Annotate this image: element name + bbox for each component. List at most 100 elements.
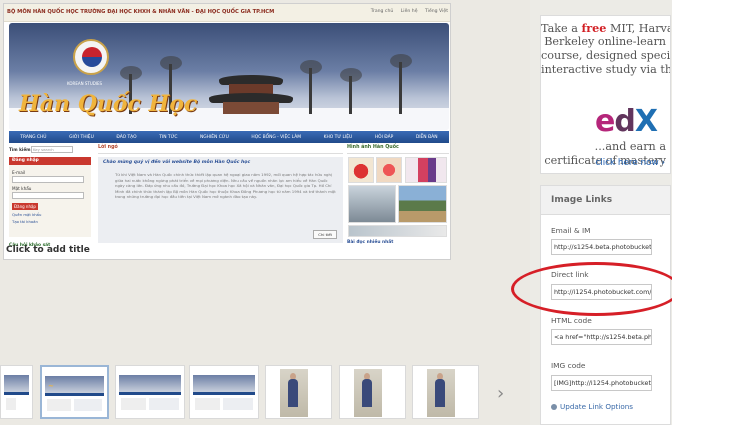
intro-heading: Lời ngỏ bbox=[98, 145, 343, 154]
search-input[interactable]: Key search bbox=[31, 145, 73, 153]
password-label: Mật khẩu bbox=[12, 186, 32, 191]
ad-line-4: interactive study via the bbox=[541, 63, 671, 76]
thumbnail[interactable] bbox=[115, 365, 185, 419]
image-title[interactable]: Click to add title bbox=[6, 245, 90, 255]
ad-free-text: free bbox=[581, 21, 607, 35]
password-field[interactable] bbox=[12, 192, 84, 199]
edx-logo: edX bbox=[595, 104, 658, 139]
thumbnail[interactable] bbox=[412, 365, 479, 419]
site-header: BỘ MÔN HÀN QUỐC HỌC TRƯỜNG ĐẠI HỌC KHXH … bbox=[4, 4, 450, 22]
ad-line-5: ...and earn a bbox=[594, 140, 666, 153]
person-photo-thumbnail bbox=[280, 369, 308, 417]
pagoda-base bbox=[223, 102, 279, 114]
webpage-thumbnail-image bbox=[193, 372, 255, 412]
nav-item[interactable]: HỎI ĐÁP bbox=[375, 135, 393, 140]
login-heading: Đăng nhập bbox=[9, 157, 91, 165]
next-arrow-icon[interactable]: › bbox=[497, 383, 504, 404]
landscape-photo bbox=[348, 225, 447, 237]
edx-logo-x: X bbox=[634, 104, 658, 139]
thumb-content bbox=[195, 398, 220, 410]
thumb-person-body bbox=[288, 379, 298, 407]
thumb-content bbox=[223, 398, 253, 410]
html-code-field[interactable]: <a href="http://s1254.beta.photobucket bbox=[551, 329, 652, 345]
nav-item[interactable]: ĐÀO TẠO bbox=[116, 135, 136, 140]
site-intro: Lời ngỏ Chào mừng quý vị đến với website… bbox=[98, 145, 343, 245]
register-link[interactable]: Tạo tài khoản bbox=[12, 219, 88, 224]
tree bbox=[300, 60, 322, 114]
img-code-field[interactable]: [IMG]http://i1254.photobucket.com/album bbox=[551, 375, 652, 391]
ad-line-1: Take a free MIT, Harvard bbox=[541, 21, 670, 35]
ad-text: MIT, Harvard bbox=[609, 22, 670, 35]
nav-item[interactable]: KHO TƯ LIỆU bbox=[324, 135, 353, 140]
edx-logo-e: e bbox=[595, 104, 615, 139]
highlight-ellipse bbox=[511, 262, 681, 316]
ad-text: Take a bbox=[541, 22, 582, 35]
email-im-label: Email & IM bbox=[551, 226, 591, 235]
nav-item[interactable]: DIỄN ĐÀN bbox=[416, 135, 438, 140]
site-nav: TRANG CHỦ GIỚI THIỆU ĐÀO TẠO TIN TỨC NGH… bbox=[9, 131, 449, 143]
food-photo bbox=[348, 157, 374, 183]
webpage-thumbnail-image bbox=[119, 372, 181, 412]
login-form: E-mail Mật khẩu Đăng nhập Quên mật khẩu … bbox=[9, 165, 91, 237]
update-link-options-label: Update Link Options bbox=[560, 402, 634, 411]
ad-line-2: Berkeley online-learn bbox=[544, 35, 666, 48]
thumbnail[interactable] bbox=[0, 365, 33, 419]
logo-blue-half bbox=[82, 57, 102, 67]
nav-item[interactable]: TIN TỨC bbox=[159, 135, 177, 140]
thumb-nav bbox=[45, 393, 104, 396]
images-heading: Hình ảnh Hàn Quốc bbox=[347, 145, 449, 154]
logo-subtitle: KOREAN STUDIES bbox=[67, 81, 103, 86]
thumb-nav bbox=[193, 392, 255, 395]
thumb-banner bbox=[119, 375, 181, 392]
tree bbox=[340, 68, 362, 114]
thumbnail-selected[interactable]: ~ bbox=[40, 365, 109, 419]
img-code-label: IMG code bbox=[551, 361, 586, 370]
update-link-options[interactable]: Update Link Options bbox=[551, 402, 633, 411]
nav-item[interactable]: HỌC BỔNG - VIỆC LÀM bbox=[251, 135, 301, 140]
image-links-title: Image Links bbox=[541, 186, 670, 215]
nav-item[interactable]: NGHIÊN CỨU bbox=[200, 135, 229, 140]
site-left-column: Tìm kiếm Key search Đăng nhập E-mail Mật… bbox=[9, 145, 91, 257]
details-button[interactable]: Chi tiết bbox=[313, 230, 337, 239]
edx-logo-d: d bbox=[614, 104, 636, 139]
webpage-thumbnail-image bbox=[4, 372, 29, 412]
top-link-contact[interactable]: Liên hệ bbox=[401, 9, 418, 14]
thumb-banner bbox=[193, 375, 255, 392]
search-row: Tìm kiếm Key search bbox=[9, 145, 91, 153]
site-banner: KOREAN STUDIES Hàn Quốc Học bbox=[9, 23, 449, 130]
food-photo bbox=[376, 157, 402, 183]
thumb-person-body bbox=[435, 379, 445, 407]
login-button[interactable]: Đăng nhập bbox=[12, 203, 38, 210]
thumb-person-body bbox=[362, 379, 372, 407]
ad-line-3: course, designed specific bbox=[541, 49, 671, 62]
screenshot-preview[interactable]: BỘ MÔN HÀN QUỐC HỌC TRƯỜNG ĐẠI HỌC KHXH … bbox=[3, 3, 451, 260]
thumb-content bbox=[121, 398, 146, 410]
thumb-content bbox=[47, 399, 71, 411]
site-top-links: Trang chủ Liên hệ Tiếng Việt bbox=[365, 9, 448, 14]
thumbnail[interactable] bbox=[189, 365, 259, 419]
person-photo-thumbnail bbox=[354, 369, 382, 417]
thumb-content bbox=[6, 398, 16, 410]
email-im-field[interactable]: http://s1254.beta.photobucket.com/user/ bbox=[551, 239, 652, 255]
top-link-language[interactable]: Tiếng Việt bbox=[425, 9, 448, 14]
thumb-brand-mark: ~ bbox=[48, 381, 54, 390]
site-right-column: Hình ảnh Hàn Quốc Bài đọc nhiều nhất bbox=[347, 145, 449, 245]
nav-item[interactable]: GIỚI THIỆU bbox=[69, 135, 94, 140]
top-link-home[interactable]: Trang chủ bbox=[371, 9, 393, 14]
email-field[interactable] bbox=[12, 176, 84, 183]
person-photo-thumbnail bbox=[427, 369, 455, 417]
thumb-nav bbox=[4, 392, 29, 395]
thumb-content bbox=[73, 399, 102, 411]
thumbnail[interactable] bbox=[339, 365, 406, 419]
intro-paragraph: Từ khi Việt Nam và Hàn Quốc chính thức t… bbox=[115, 172, 336, 200]
brand-title: Hàn Quốc Học bbox=[19, 91, 198, 117]
intro-box: Chào mừng quý vị đến với website Bộ môn … bbox=[98, 157, 343, 243]
palace-photo bbox=[398, 185, 447, 223]
edx-advertisement[interactable]: Take a free MIT, Harvard Berkeley online… bbox=[540, 15, 671, 174]
html-code-label: HTML code bbox=[551, 316, 592, 325]
tree bbox=[390, 54, 412, 114]
nav-item[interactable]: TRANG CHỦ bbox=[20, 135, 46, 140]
ad-cta-link[interactable]: click here now › bbox=[540, 158, 671, 168]
thumbnail[interactable] bbox=[265, 365, 332, 419]
forgot-password-link[interactable]: Quên mật khẩu bbox=[12, 212, 88, 217]
